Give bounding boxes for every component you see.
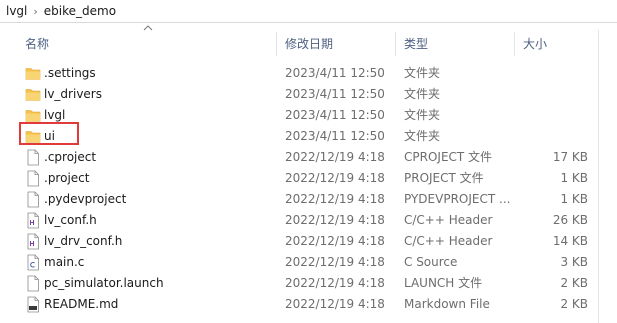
file-name: README.md <box>44 297 119 311</box>
file-row[interactable]: .cproject 2022/12/19 4:18 CPROJECT 文件 17 KB <box>0 147 617 168</box>
file-date: 2022/12/19 4:18 <box>285 171 385 185</box>
file-size: 2 KB <box>560 276 588 290</box>
column-header-size[interactable]: 大小 <box>523 30 547 58</box>
file-icon <box>27 191 39 208</box>
file-size: 1 KB <box>560 192 588 206</box>
column-header-type[interactable]: 类型 <box>404 30 428 58</box>
file-date: 2022/12/19 4:18 <box>285 276 385 290</box>
breadcrumb-item-ebike-demo[interactable]: ebike_demo <box>40 4 120 18</box>
column-divider[interactable] <box>276 32 277 56</box>
file-date: 2023/4/11 12:50 <box>285 108 385 122</box>
file-icon <box>27 170 39 187</box>
file-date: 2023/4/11 12:50 <box>285 129 385 143</box>
file-date: 2022/12/19 4:18 <box>285 213 385 227</box>
file-row[interactable]: README.md 2022/12/19 4:18 Markdown File 2 K… <box>0 294 617 315</box>
file-type: C/C++ Header <box>404 234 493 248</box>
file-date: 2022/12/19 4:18 <box>285 150 385 164</box>
file-date: 2022/12/19 4:18 <box>285 192 385 206</box>
breadcrumb: lvgl › ebike_demo <box>0 0 617 23</box>
file-size: 3 KB <box>560 255 588 269</box>
file-size: 2 KB <box>560 297 588 311</box>
folder-icon <box>25 89 41 101</box>
file-type: CPROJECT 文件 <box>404 150 493 164</box>
markdown-file-icon <box>27 296 39 313</box>
file-name: .cproject <box>44 150 97 164</box>
file-row[interactable]: lv_drv_conf.h 2022/12/19 4:18 C/C++ Header… <box>0 231 617 252</box>
file-row[interactable]: lv_conf.h 2022/12/19 4:18 C/C++ Header 26 K… <box>0 210 617 231</box>
file-name: lv_drv_conf.h <box>44 234 123 248</box>
file-row[interactable]: .pydevproject 2022/12/19 4:18 PYDEVPROJECT… <box>0 189 617 210</box>
file-date: 2022/12/19 4:18 <box>285 234 385 248</box>
breadcrumb-item-lvgl[interactable]: lvgl <box>0 4 31 18</box>
file-size: 17 KB <box>552 150 588 164</box>
file-type: LAUNCH 文件 <box>404 276 483 290</box>
file-date: 2023/4/11 12:50 <box>285 66 385 80</box>
file-type: 文件夹 <box>404 87 441 101</box>
file-type: 文件夹 <box>404 129 441 143</box>
file-icon <box>27 275 39 292</box>
file-date: 2022/12/19 4:18 <box>285 297 385 311</box>
file-icon <box>27 149 39 166</box>
file-type: Markdown File <box>404 297 490 311</box>
column-header-row: 名称 修改日期 类型 大小 <box>0 30 617 58</box>
file-size: 14 KB <box>552 234 588 248</box>
file-name: lv_drivers <box>44 87 102 101</box>
file-type: C Source <box>404 255 458 269</box>
file-date: 2023/4/11 12:50 <box>285 87 385 101</box>
header-file-icon <box>27 233 39 250</box>
file-row[interactable]: pc_simulator.launch 2022/12/19 4:18 LAUNCH… <box>0 273 617 294</box>
folder-icon <box>25 68 41 80</box>
file-row[interactable]: main.c 2022/12/19 4:18 C Source 3 KB <box>0 252 617 273</box>
file-date: 2022/12/19 4:18 <box>285 255 385 269</box>
file-name: .pydevproject <box>44 192 127 206</box>
file-type: 文件夹 <box>404 108 441 122</box>
file-type: PROJECT 文件 <box>404 171 484 185</box>
file-name: pc_simulator.launch <box>44 276 164 290</box>
header-file-icon <box>27 212 39 229</box>
c-source-file-icon <box>27 254 39 271</box>
column-divider[interactable] <box>514 32 515 56</box>
file-list: .settings 2023/4/11 12:50 文件夹 lv_drivers 202… <box>0 63 617 315</box>
file-row[interactable]: lvgl 2023/4/11 12:50 文件夹 <box>0 105 617 126</box>
column-header-date[interactable]: 修改日期 <box>285 30 333 58</box>
file-size: 26 KB <box>552 213 588 227</box>
file-type: 文件夹 <box>404 66 441 80</box>
highlight-box <box>19 122 79 145</box>
file-name: .settings <box>44 66 96 80</box>
file-name: .project <box>44 171 90 185</box>
column-divider[interactable] <box>395 32 396 56</box>
file-row[interactable]: lv_drivers 2023/4/11 12:50 文件夹 <box>0 84 617 105</box>
file-row[interactable]: .project 2022/12/19 4:18 PROJECT 文件 1 KB <box>0 168 617 189</box>
column-header-name[interactable]: 名称 <box>25 30 49 58</box>
file-row[interactable]: .settings 2023/4/11 12:50 文件夹 <box>0 63 617 84</box>
file-name: main.c <box>44 255 85 269</box>
file-row[interactable]: ui 2023/4/11 12:50 文件夹 <box>0 126 617 147</box>
chevron-right-icon: › <box>33 4 38 18</box>
file-type: C/C++ Header <box>404 213 493 227</box>
file-size: 1 KB <box>560 171 588 185</box>
file-type: PYDEVPROJECT ... <box>404 192 511 206</box>
file-name: lv_conf.h <box>44 213 97 227</box>
